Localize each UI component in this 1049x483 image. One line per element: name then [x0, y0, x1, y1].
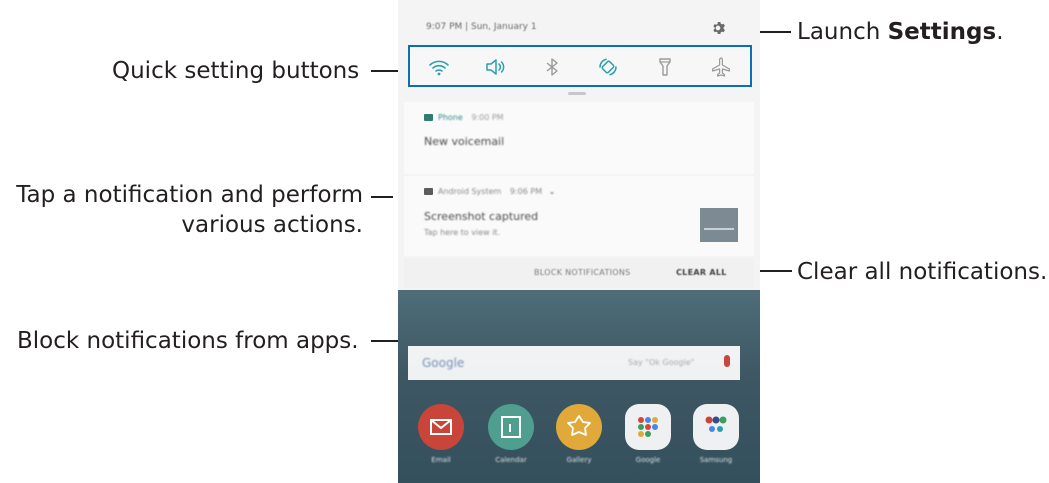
app-label: Calendar — [495, 456, 527, 464]
notification-card[interactable]: Phone 9:00 PM New voicemail — [404, 102, 754, 174]
tap-callout-line1: Tap a notification and perform — [16, 182, 363, 208]
notification-app-name: Phone 9:00 PM — [438, 113, 504, 122]
notification-app-name: Android System 9:06 PM ⌄ — [438, 187, 555, 196]
search-logo: Google — [422, 356, 465, 370]
email-app-icon[interactable] — [418, 404, 464, 450]
panel-status-row: 9:07 PM | Sun, January 1 — [398, 0, 760, 48]
wifi-icon[interactable] — [428, 56, 450, 78]
settings-callout: Launch Settings. — [797, 17, 1004, 47]
notification-title: New voicemail — [424, 135, 505, 148]
samsung-folder[interactable] — [693, 404, 739, 450]
tap-callout-line2: various actions. — [181, 212, 363, 238]
calendar-app-icon[interactable] — [488, 404, 534, 450]
screenshot-app-icon — [424, 188, 433, 195]
settings-callout-bold: Settings — [887, 19, 997, 45]
notification-app-label: Android System — [438, 187, 502, 196]
auto-rotate-icon[interactable] — [597, 56, 619, 78]
sound-icon[interactable] — [484, 56, 506, 78]
search-hint: Say "Ok Google" — [628, 358, 695, 367]
phone-screen: 9:07 PM | Sun, January 1 Phone 9:00 PM N… — [398, 0, 760, 483]
samsung-folder-icon — [705, 416, 727, 432]
google-folder[interactable] — [625, 404, 671, 450]
clear-all-callout: Clear all notifications. — [797, 259, 1048, 285]
settings-callout-prefix: Launch — [797, 19, 888, 45]
chevron-down-icon[interactable]: ⌄ — [549, 187, 556, 196]
drag-handle[interactable] — [568, 92, 586, 95]
app-label: Google — [635, 456, 661, 464]
notification-time: 9:06 PM — [509, 187, 543, 196]
tap-callout: Tap a notification and perform various a… — [9, 180, 363, 240]
app-label: Gallery — [566, 456, 592, 464]
quick-settings-callout: Quick setting buttons — [112, 58, 360, 84]
microphone-icon[interactable] — [724, 355, 730, 367]
notification-title: Screenshot captured — [424, 210, 539, 223]
quick-settings-bar — [408, 45, 752, 87]
gallery-app-icon[interactable] — [556, 404, 602, 450]
gear-icon[interactable] — [710, 20, 726, 36]
email-icon — [430, 419, 452, 435]
notification-card[interactable]: Android System 9:06 PM ⌄ Screenshot capt… — [404, 176, 754, 256]
settings-callout-suffix: . — [996, 19, 1004, 45]
notification-app-label: Phone — [438, 113, 463, 122]
app-label: Email — [431, 456, 451, 464]
notification-time: 9:00 PM — [471, 113, 504, 122]
airplane-mode-icon[interactable] — [710, 56, 732, 78]
app-label: Samsung — [699, 456, 733, 464]
status-date-time: 9:07 PM | Sun, January 1 — [426, 22, 537, 32]
bluetooth-icon[interactable] — [541, 56, 563, 78]
screenshot-thumbnail[interactable] — [700, 208, 738, 242]
notification-subtitle: Tap here to view it. — [424, 228, 501, 237]
home-screen-background: Google Say "Ok Google" Email Calendar Ga… — [398, 290, 760, 483]
google-folder-icon — [638, 417, 658, 437]
gallery-icon — [567, 415, 591, 436]
block-notifications-button[interactable]: BLOCK NOTIFICATIONS — [534, 268, 631, 277]
notification-action-row: BLOCK NOTIFICATIONS CLEAR ALL — [404, 258, 754, 288]
block-callout: Block notifications from apps. — [17, 328, 359, 354]
clear-all-button[interactable]: CLEAR ALL — [676, 268, 727, 277]
tap-callout-line — [371, 196, 393, 198]
calendar-icon — [501, 416, 521, 438]
flashlight-icon[interactable] — [654, 56, 676, 78]
google-search-bar[interactable]: Google Say "Ok Google" — [408, 346, 740, 380]
voicemail-app-icon — [424, 114, 433, 121]
